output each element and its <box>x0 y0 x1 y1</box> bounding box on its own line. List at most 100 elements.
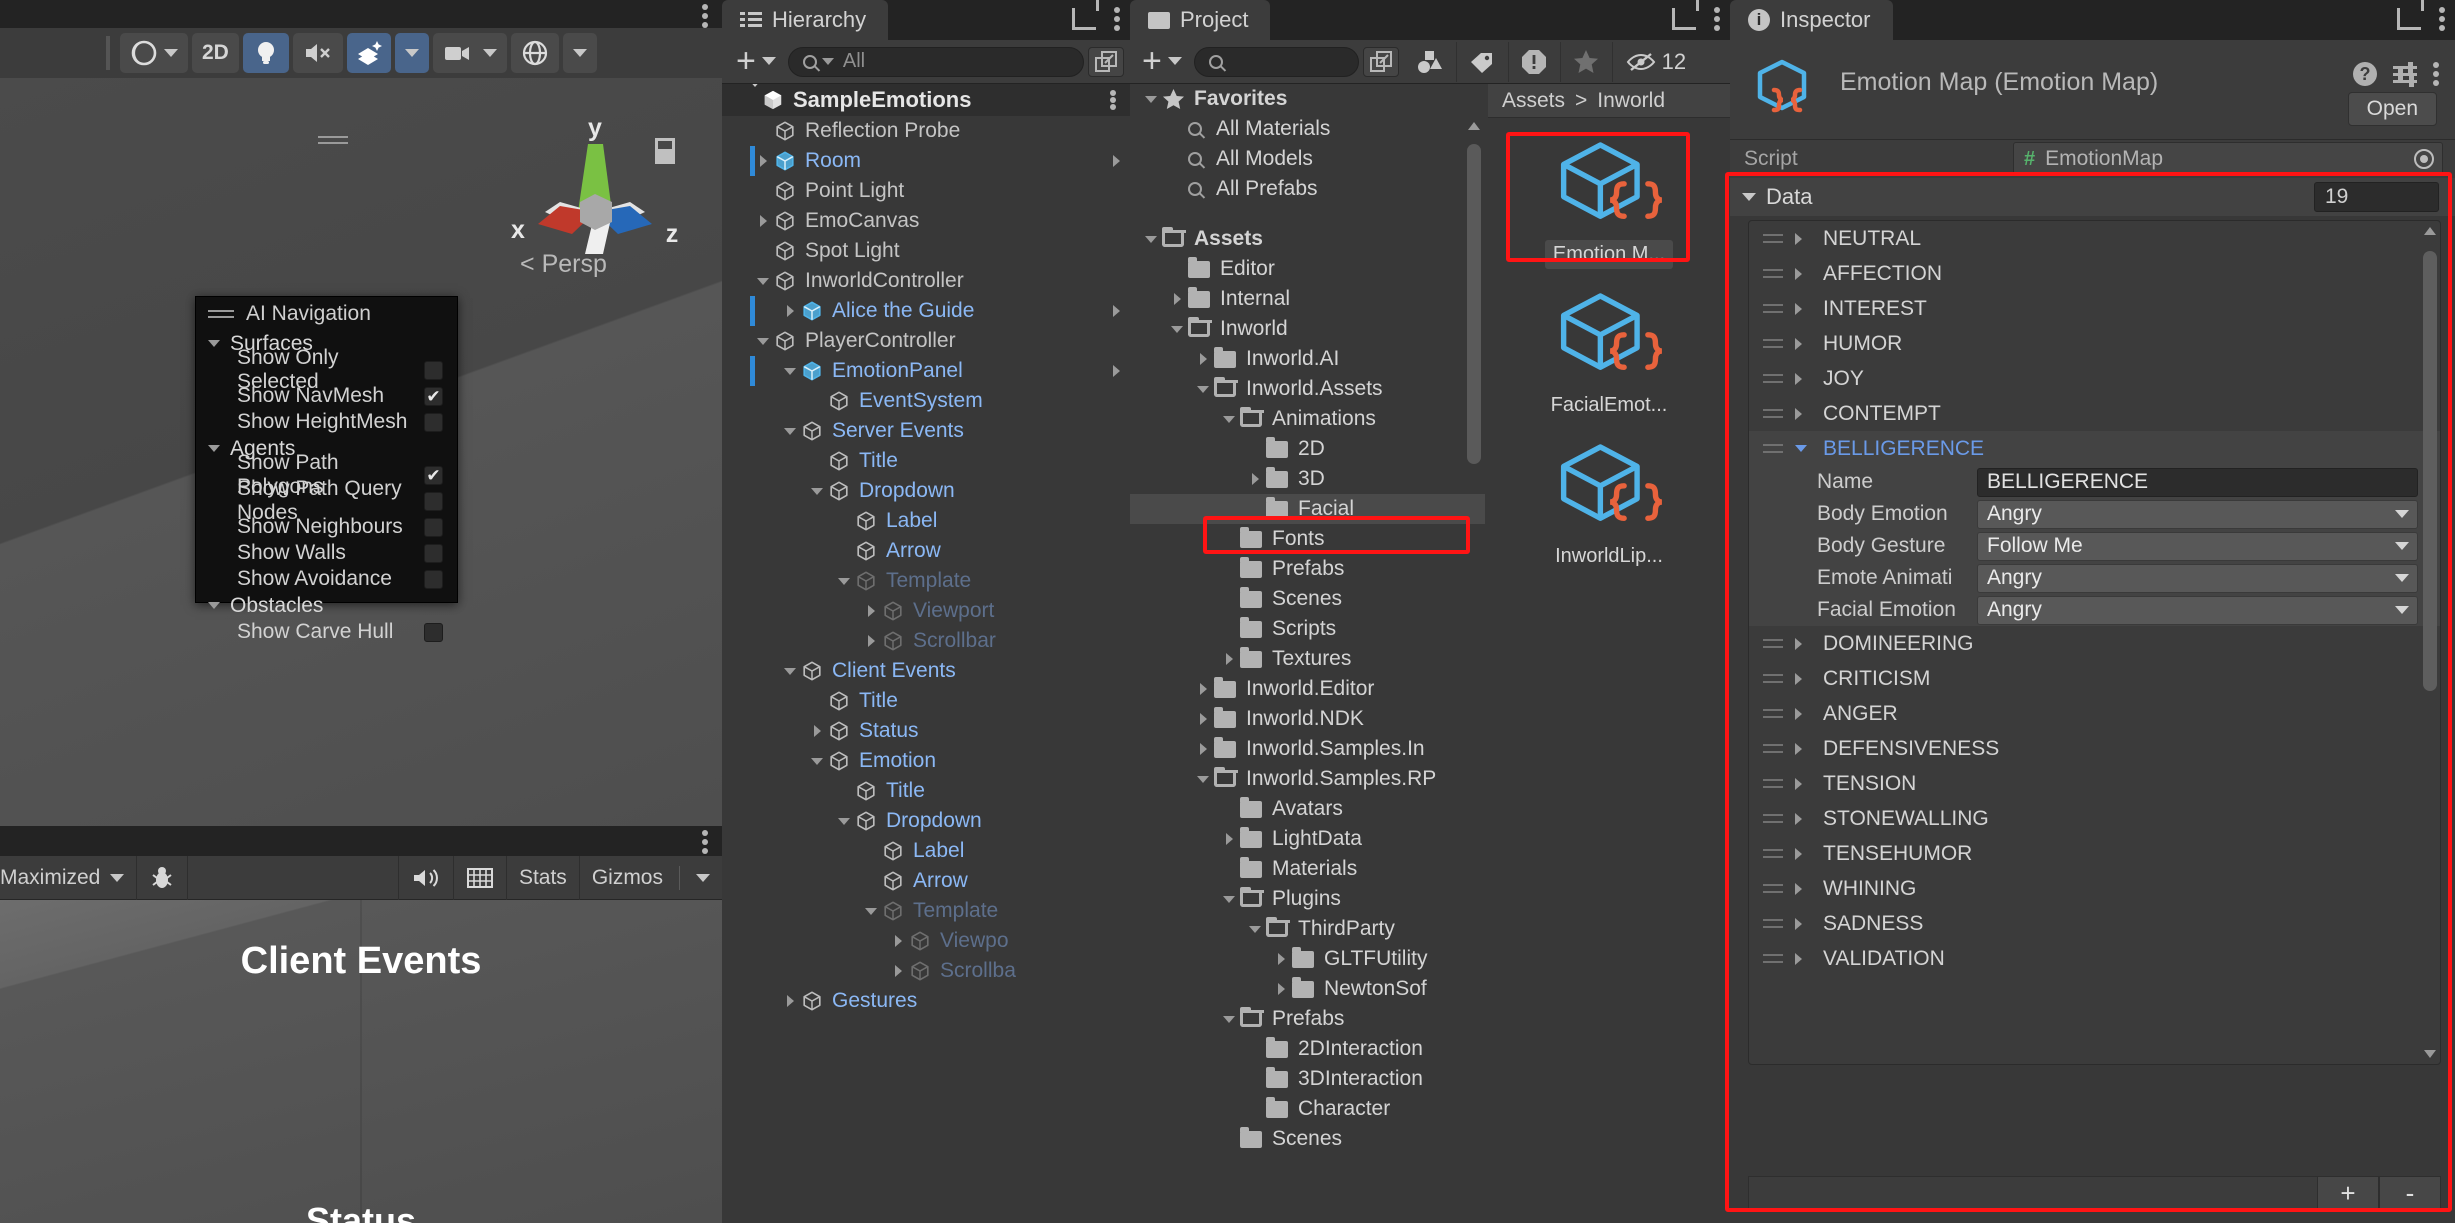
list-add-remove-toolbar[interactable]: + - <box>1748 1175 2441 1211</box>
project-tree-row[interactable]: Editor <box>1130 254 1485 284</box>
hierarchy-row[interactable]: Room <box>722 146 1130 176</box>
twisty-right-icon[interactable] <box>1795 742 1811 755</box>
twisty-right-icon[interactable] <box>779 305 801 317</box>
project-add-button[interactable]: + <box>1130 44 1194 77</box>
project-tree-row[interactable]: Inworld <box>1130 314 1485 344</box>
hierarchy-row[interactable]: Title <box>722 686 1130 716</box>
data-list-row[interactable]: HUMOR <box>1749 326 2440 361</box>
twisty-down-icon[interactable] <box>779 427 801 435</box>
project-tree-row[interactable]: ThirdParty <box>1130 914 1485 944</box>
chevron-right-icon[interactable] <box>1113 365 1120 377</box>
open-button[interactable]: Open <box>2347 92 2437 126</box>
twisty-right-icon[interactable] <box>1795 952 1811 965</box>
ai-nav-option-row[interactable]: Show Neighbours <box>196 514 457 540</box>
data-list-row[interactable]: TENSEHUMOR <box>1749 836 2440 871</box>
scene-gizmos-toggle[interactable] <box>510 33 559 73</box>
project-type-filter-button[interactable] <box>1405 41 1457 82</box>
ai-nav-option-row[interactable]: Show Avoidance <box>196 566 457 592</box>
add-item-button[interactable]: + <box>2317 1176 2379 1210</box>
twisty-down-icon[interactable] <box>1244 925 1266 933</box>
data-list-row[interactable]: INTEREST <box>1749 291 2440 326</box>
hierarchy-row[interactable]: Label <box>722 836 1130 866</box>
checkbox-show-path-query-nodes[interactable] <box>424 491 443 511</box>
hierarchy-row[interactable]: Reflection Probe <box>722 116 1130 146</box>
tab-hierarchy[interactable]: Hierarchy <box>722 0 889 40</box>
ai-nav-option-row[interactable]: Show Walls <box>196 540 457 566</box>
twisty-down-icon[interactable] <box>752 337 774 345</box>
hierarchy-row[interactable]: Arrow <box>722 866 1130 896</box>
twisty-right-icon[interactable] <box>1192 743 1214 755</box>
data-list-row[interactable]: BELLIGERENCE <box>1749 431 2440 466</box>
twisty-right-icon[interactable] <box>1795 882 1811 895</box>
twisty-down-icon[interactable] <box>806 757 828 765</box>
asset-item[interactable]: FacialEmot... <box>1534 279 1684 420</box>
twisty-down-icon[interactable] <box>1166 325 1188 333</box>
game-stats-grid-toggle[interactable] <box>454 855 507 900</box>
twisty-right-icon[interactable] <box>1192 353 1214 365</box>
chevron-right-icon[interactable] <box>1113 305 1120 317</box>
hierarchy-tree[interactable]: SampleEmotions Reflection Probe Room Point… <box>722 84 1130 1223</box>
drag-handle-icon[interactable] <box>1763 954 1783 963</box>
scene-fx-dropdown[interactable] <box>394 33 429 73</box>
hierarchy-row[interactable]: Title <box>722 776 1130 806</box>
twisty-right-icon[interactable] <box>1795 707 1811 720</box>
project-tree-row[interactable]: Assets <box>1130 224 1485 254</box>
data-list-row[interactable]: JOY <box>1749 361 2440 396</box>
script-object-field[interactable]: # EmotionMap <box>2013 142 2443 176</box>
tab-inspector[interactable]: i Inspector <box>1730 0 1893 40</box>
twisty-right-icon[interactable] <box>1795 777 1811 790</box>
twisty-right-icon[interactable] <box>1795 267 1811 280</box>
ai-nav-option-row[interactable]: Show NavMesh <box>196 383 457 409</box>
drag-handle-icon[interactable] <box>1763 884 1783 893</box>
drag-handle-icon[interactable] <box>1763 304 1783 313</box>
hierarchy-row[interactable]: Server Events <box>722 416 1130 446</box>
twisty-right-icon[interactable] <box>887 965 909 977</box>
checkbox-show-neighbours[interactable] <box>424 517 443 537</box>
hierarchy-root-row[interactable]: SampleEmotions <box>722 84 1130 116</box>
breadcrumb-assets[interactable]: Assets <box>1502 89 1565 113</box>
data-list-row[interactable]: DOMINEERING <box>1749 626 2440 661</box>
twisty-down-icon[interactable] <box>779 367 801 375</box>
ai-nav-option-row[interactable]: Show Path Query Nodes <box>196 477 457 524</box>
scene-fx-toggle[interactable] <box>346 33 391 73</box>
drag-handle-icon[interactable] <box>1763 849 1783 858</box>
maximize-dropdown[interactable]: Maximized <box>0 855 138 900</box>
data-list-row[interactable]: WHINING <box>1749 871 2440 906</box>
twisty-down-icon[interactable] <box>1218 1015 1240 1023</box>
asset-item[interactable]: InworldLip... <box>1534 430 1684 571</box>
drag-handle-icon[interactable] <box>1763 409 1783 418</box>
twisty-right-icon[interactable] <box>1166 293 1188 305</box>
data-list-row[interactable]: STONEWALLING <box>1749 801 2440 836</box>
twisty-right-icon[interactable] <box>1795 407 1811 420</box>
ai-nav-option-row[interactable]: Show HeightMesh <box>196 409 457 435</box>
asset-item[interactable]: Emotion M... <box>1534 128 1684 269</box>
project-expand-button[interactable] <box>1362 46 1399 77</box>
twisty-down-icon[interactable] <box>1192 385 1214 393</box>
overlay-handle[interactable] <box>318 136 348 144</box>
project-folder-tree[interactable]: Favorites All Materials All Models All Pref… <box>1130 84 1485 1223</box>
2d-toggle[interactable]: 2D <box>192 33 239 73</box>
tab-project[interactable]: Project <box>1130 0 1271 40</box>
project-tree-row[interactable]: All Models <box>1130 144 1485 174</box>
twisty-down-icon[interactable] <box>833 817 855 825</box>
drag-handle-icon[interactable] <box>1763 639 1783 648</box>
project-tree-row[interactable]: Favorites <box>1130 84 1485 114</box>
game-kebab-icon[interactable] <box>702 829 708 855</box>
data-list-row[interactable]: VALIDATION <box>1749 941 2440 976</box>
project-tree-row[interactable]: Inworld.Samples.RP <box>1130 764 1485 794</box>
twisty-down-icon[interactable] <box>1795 445 1811 452</box>
hierarchy-row[interactable]: Arrow <box>722 536 1130 566</box>
data-list-row[interactable]: ANGER <box>1749 696 2440 731</box>
twisty-right-icon[interactable] <box>1270 953 1292 965</box>
twisty-right-icon[interactable] <box>1218 833 1240 845</box>
ai-navigation-header[interactable]: AI Navigation <box>196 297 457 330</box>
data-list-scrollbar[interactable] <box>2423 225 2437 1060</box>
checkbox-show-only-selected[interactable] <box>424 360 443 380</box>
twisty-right-icon[interactable] <box>1795 372 1811 385</box>
project-tree-row[interactable]: Scripts <box>1130 614 1485 644</box>
twisty-right-icon[interactable] <box>806 725 828 737</box>
twisty-right-icon[interactable] <box>1795 337 1811 350</box>
twisty-right-icon[interactable] <box>1795 232 1811 245</box>
drag-handle-icon[interactable] <box>1763 444 1783 453</box>
remove-item-button[interactable]: - <box>2379 1176 2441 1210</box>
